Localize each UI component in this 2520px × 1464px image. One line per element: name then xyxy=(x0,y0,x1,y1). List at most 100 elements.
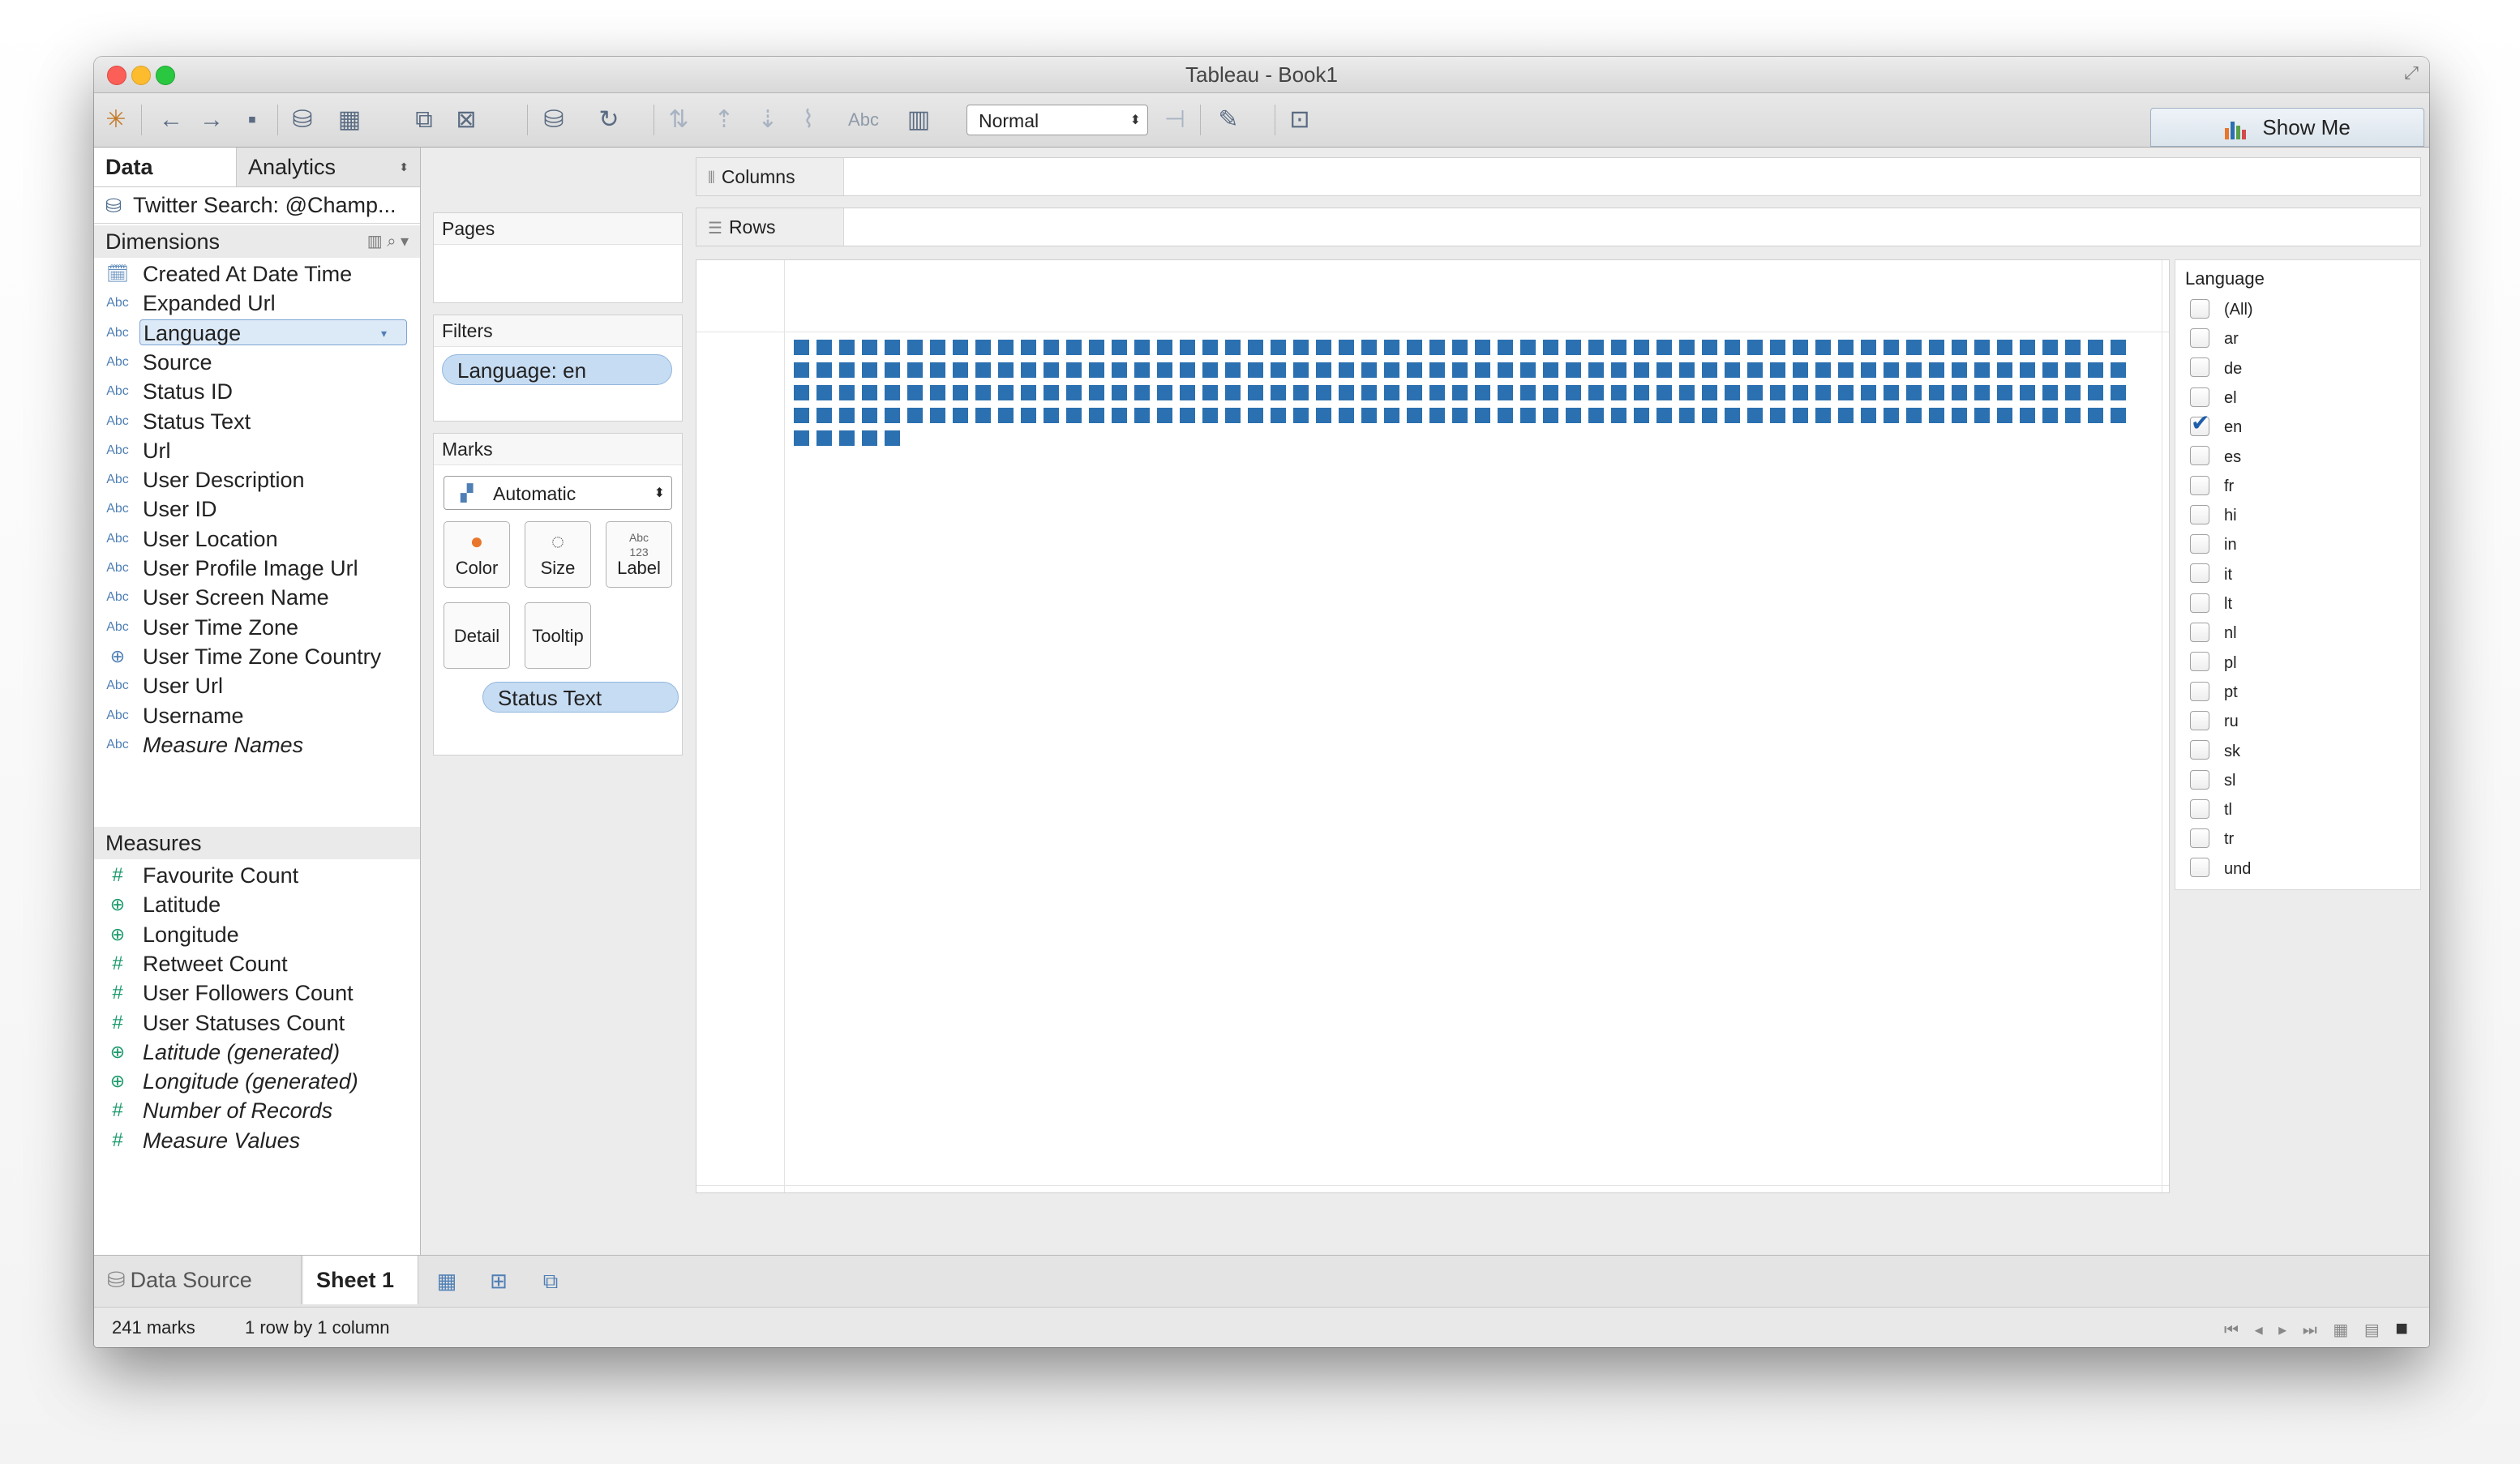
next-page-icon[interactable]: ▸ xyxy=(2278,1321,2286,1339)
size-button[interactable]: ◌ Size xyxy=(525,521,591,588)
mark-square[interactable] xyxy=(1974,385,1990,400)
measure-field[interactable]: ⊕ Latitude xyxy=(94,890,420,919)
checkbox[interactable] xyxy=(2190,858,2209,878)
mark-square[interactable] xyxy=(2088,385,2103,400)
mark-square[interactable] xyxy=(1066,408,1082,423)
checkbox[interactable] xyxy=(2190,475,2209,495)
data-source-item[interactable]: ⛁ Twitter Search: @Champ... xyxy=(94,186,420,224)
language-filter-item[interactable]: de xyxy=(2190,357,2242,381)
mark-square[interactable] xyxy=(1884,362,1899,378)
mark-square[interactable] xyxy=(885,430,900,446)
mark-square[interactable] xyxy=(1225,340,1241,355)
mark-square[interactable] xyxy=(1361,385,1377,400)
mark-square[interactable] xyxy=(1997,362,2012,378)
mark-square[interactable] xyxy=(1316,340,1331,355)
mark-square[interactable] xyxy=(862,430,877,446)
mark-square[interactable] xyxy=(839,408,855,423)
mark-square[interactable] xyxy=(1066,385,1082,400)
mark-square[interactable] xyxy=(1498,340,1513,355)
mark-square[interactable] xyxy=(862,340,877,355)
dimension-field[interactable]: Abc Source xyxy=(94,348,420,377)
dimension-field[interactable]: Abc User Location xyxy=(94,524,420,554)
mark-square[interactable] xyxy=(1656,362,1672,378)
save-icon[interactable]: ▪ xyxy=(235,103,269,137)
group-icon[interactable]: ⌇ xyxy=(791,103,825,137)
mark-square[interactable] xyxy=(998,408,1014,423)
label-button[interactable]: Abc 123 Label xyxy=(606,521,672,588)
mark-square[interactable] xyxy=(1271,408,1286,423)
mark-square[interactable] xyxy=(1702,408,1717,423)
mark-square[interactable] xyxy=(1452,408,1468,423)
mark-square[interactable] xyxy=(839,385,855,400)
mark-square[interactable] xyxy=(1725,340,1740,355)
mark-square[interactable] xyxy=(1543,362,1558,378)
mark-square[interactable] xyxy=(1520,340,1536,355)
mark-square[interactable] xyxy=(1407,362,1422,378)
mark-square[interactable] xyxy=(1452,362,1468,378)
language-filter-item[interactable]: es xyxy=(2190,445,2241,469)
mark-square[interactable] xyxy=(1361,408,1377,423)
mark-square[interactable] xyxy=(2088,362,2103,378)
mark-square[interactable] xyxy=(1770,408,1785,423)
mark-square[interactable] xyxy=(1725,408,1740,423)
mark-square[interactable] xyxy=(1838,362,1854,378)
mark-square[interactable] xyxy=(1815,362,1831,378)
mark-square[interactable] xyxy=(1997,385,2012,400)
mark-square[interactable] xyxy=(1861,340,1876,355)
mark-square[interactable] xyxy=(1952,340,1967,355)
mark-square[interactable] xyxy=(1725,385,1740,400)
language-filter-item[interactable]: pl xyxy=(2190,651,2237,675)
show-labels-icon[interactable]: Abc xyxy=(846,103,881,137)
measure-field[interactable]: # Measure Values xyxy=(94,1126,420,1155)
mark-square[interactable] xyxy=(1384,362,1399,378)
measure-field[interactable]: # Retweet Count xyxy=(94,949,420,978)
measure-field[interactable]: # User Statuses Count xyxy=(94,1008,420,1038)
new-data-source-icon[interactable]: ⛁ xyxy=(285,103,319,137)
language-filter-item[interactable]: pt xyxy=(2190,680,2238,704)
dimension-field[interactable]: 🗓 Created At Date Time xyxy=(94,259,420,289)
mark-square[interactable] xyxy=(1838,408,1854,423)
mark-square[interactable] xyxy=(1679,385,1695,400)
mark-square[interactable] xyxy=(1997,408,2012,423)
mark-square[interactable] xyxy=(1021,340,1036,355)
mark-square[interactable] xyxy=(1588,408,1604,423)
grid-view-icon[interactable]: ▥ xyxy=(367,233,383,250)
mark-square[interactable] xyxy=(1407,408,1422,423)
language-filter-item[interactable]: (All) xyxy=(2190,298,2253,322)
mark-square[interactable] xyxy=(1702,385,1717,400)
mark-square[interactable] xyxy=(1248,362,1263,378)
mark-square[interactable] xyxy=(1316,408,1331,423)
mark-square[interactable] xyxy=(1520,385,1536,400)
mark-square[interactable] xyxy=(1112,340,1127,355)
language-filter-item[interactable]: sl xyxy=(2190,768,2235,793)
mark-square[interactable] xyxy=(794,362,809,378)
mark-square[interactable] xyxy=(816,385,832,400)
mark-square[interactable] xyxy=(1225,362,1241,378)
language-filter-item[interactable]: nl xyxy=(2190,621,2237,645)
sort-ascending-icon[interactable]: ⇡ xyxy=(707,103,741,137)
mark-square[interactable] xyxy=(1952,408,1967,423)
dimension-field[interactable]: Abc Measure Names xyxy=(94,730,420,760)
mark-square[interactable] xyxy=(1974,340,1990,355)
measure-field[interactable]: ⊕ Latitude (generated) xyxy=(94,1038,420,1067)
mark-square[interactable] xyxy=(1634,385,1649,400)
language-filter-item[interactable]: tl xyxy=(2190,798,2232,822)
mark-square[interactable] xyxy=(862,408,877,423)
chevron-down-icon[interactable]: ▾ xyxy=(381,320,387,346)
mark-square[interactable] xyxy=(1180,385,1195,400)
mark-square[interactable] xyxy=(1815,408,1831,423)
checkbox[interactable] xyxy=(2190,534,2209,554)
mark-square[interactable] xyxy=(1861,408,1876,423)
refresh-icon[interactable]: ↻ xyxy=(592,103,626,137)
mark-square[interactable] xyxy=(953,408,968,423)
mark-square[interactable] xyxy=(1157,340,1172,355)
mark-square[interactable] xyxy=(1089,408,1104,423)
mark-square[interactable] xyxy=(794,408,809,423)
checkbox[interactable] xyxy=(2190,563,2209,584)
mark-square[interactable] xyxy=(1475,408,1490,423)
mark-square[interactable] xyxy=(907,408,923,423)
mark-square[interactable] xyxy=(1566,340,1581,355)
language-filter-item[interactable]: fr xyxy=(2190,474,2234,499)
mark-square[interactable] xyxy=(1180,362,1195,378)
mark-square[interactable] xyxy=(1293,362,1309,378)
